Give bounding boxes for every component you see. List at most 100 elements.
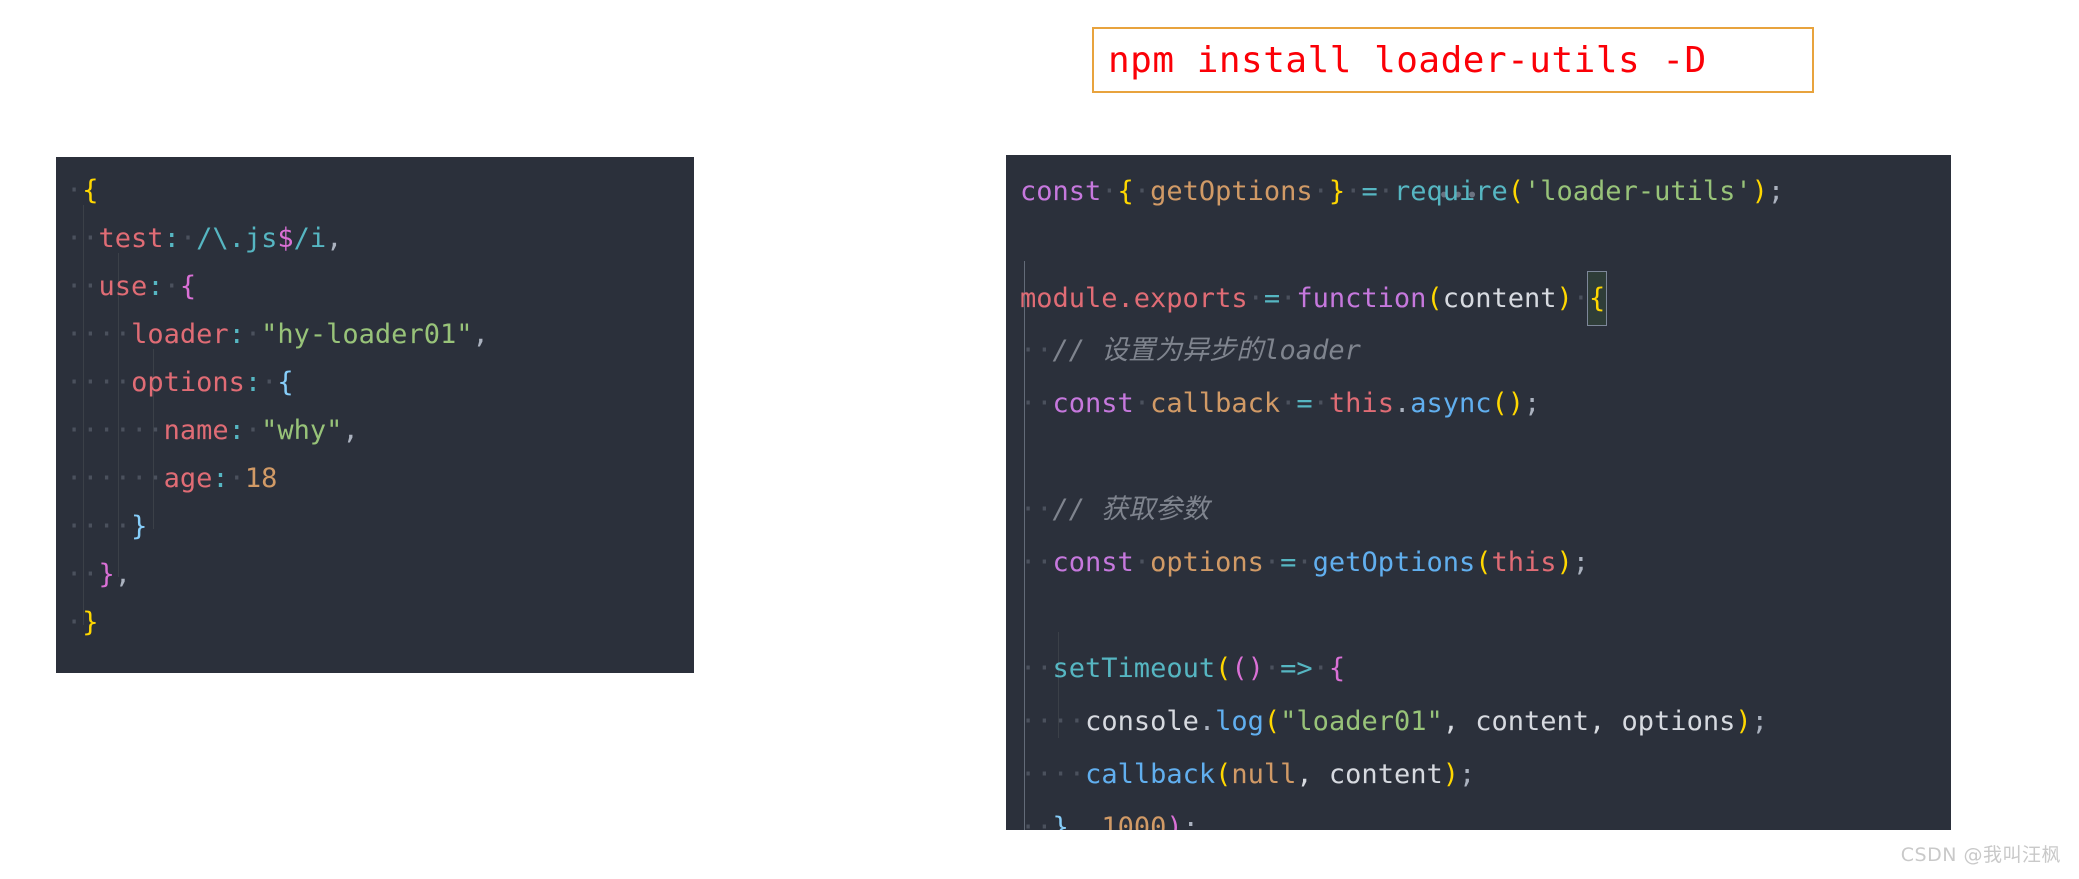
- this-token: this: [1491, 547, 1557, 578]
- colon-token: :: [147, 271, 164, 302]
- regex-anchor-token: $: [277, 223, 294, 254]
- comma-token: ,: [342, 415, 359, 446]
- code-line: ··},: [66, 559, 132, 590]
- semicolon-token: ;: [1751, 706, 1768, 737]
- code-line: ····callback(null, content);: [1020, 759, 1476, 790]
- comment-token: // 获取参数: [1052, 494, 1210, 525]
- code-line: ····}: [66, 511, 148, 542]
- operator-token: =: [1280, 547, 1297, 578]
- comma-token: ,: [472, 319, 489, 350]
- this-token: this: [1328, 388, 1394, 419]
- paren-token: (: [1475, 547, 1492, 578]
- paren-token: ): [1442, 759, 1459, 790]
- string-token: "why": [261, 415, 343, 446]
- method-token: async: [1410, 388, 1492, 419]
- code-line: ··const·callback·=·this.async();: [1020, 388, 1541, 419]
- semicolon-token: ;: [1458, 759, 1476, 790]
- semicolon-token: ;: [1524, 388, 1541, 419]
- paren-token: (): [1491, 388, 1525, 419]
- semicolon-token: ;: [1182, 812, 1199, 830]
- paren-token: (): [1231, 653, 1264, 684]
- npm-command-text: npm install loader-utils -D: [1108, 39, 1707, 81]
- npm-command-box: npm install loader-utils -D: [1092, 27, 1814, 93]
- keyword-token: function: [1296, 283, 1427, 314]
- property-token: use: [98, 271, 148, 302]
- comma-token: ,: [326, 223, 343, 254]
- paren-token: ): [1735, 706, 1752, 737]
- property-token: options: [131, 367, 245, 398]
- comma-token: ,: [114, 559, 132, 590]
- right-code-panel[interactable]: ••• const·{·getOptions·}·=·require('load…: [1006, 155, 1951, 830]
- require-token: require: [1393, 176, 1508, 207]
- code-line: ··use:·{: [66, 271, 197, 302]
- property-token: loader: [131, 319, 229, 350]
- brace-token: }: [1052, 812, 1069, 830]
- comma-token: ,: [1068, 812, 1102, 830]
- operator-token: =: [1361, 176, 1378, 207]
- function-call-token: getOptions: [1312, 547, 1476, 578]
- code-line: ····options:·{: [66, 367, 294, 398]
- identifier-token: getOptions: [1150, 176, 1313, 207]
- identifier-token: options: [1150, 547, 1264, 578]
- null-token: null: [1231, 759, 1297, 790]
- settimeout-token: setTimeout: [1052, 653, 1216, 684]
- code-line: const·{·getOptions·}·=·require('loader-u…: [1020, 176, 1785, 207]
- number-token: 1000: [1101, 812, 1167, 830]
- code-line: module.exports·=·function(content)·{: [1006, 271, 1951, 326]
- number-token: 18: [244, 463, 278, 494]
- keyword-token: const: [1052, 388, 1134, 419]
- arguments-token: , content, options: [1442, 706, 1736, 737]
- operator-token: =: [1263, 283, 1281, 314]
- colon-token: :: [228, 415, 245, 446]
- code-line: ······name:·"why",: [66, 415, 359, 446]
- code-line: ·}: [66, 607, 99, 638]
- paren-token: ): [1556, 547, 1573, 578]
- param-token: content: [1442, 283, 1557, 314]
- callback-token: callback: [1085, 759, 1216, 790]
- string-token: "hy-loader01": [261, 319, 473, 350]
- paren-token: (: [1215, 759, 1232, 790]
- watermark: CSDN @我叫汪枫: [1900, 844, 2061, 866]
- module-exports-token: module.exports: [1020, 283, 1248, 314]
- brace-token: {: [1589, 283, 1606, 314]
- brace-token: }: [1328, 176, 1346, 207]
- brace-token: {: [179, 271, 197, 302]
- keyword-token: const: [1052, 547, 1134, 578]
- code-line: ······age:·18: [66, 463, 278, 494]
- paren-token: ): [1556, 283, 1573, 314]
- brace-token: }: [98, 559, 115, 590]
- identifier-token: callback: [1150, 388, 1281, 419]
- brace-token: {: [277, 367, 294, 398]
- code-line: ····loader:·"hy-loader01",: [66, 319, 489, 350]
- log-method-token: log: [1215, 706, 1264, 737]
- left-code-panel[interactable]: ·{ ··test:·/\.js$/i, ··use:·{ ····loader…: [56, 157, 694, 673]
- paren-token: ): [1751, 176, 1768, 207]
- property-token: age: [163, 463, 213, 494]
- string-token: "loader01": [1280, 706, 1443, 737]
- colon-token: :: [244, 367, 262, 398]
- property-token: name: [163, 415, 229, 446]
- regex-token: /\.js: [196, 223, 278, 254]
- string-token: 'loader-utils': [1524, 176, 1752, 207]
- dot-token: .: [1198, 706, 1216, 737]
- brace-token: {: [82, 175, 99, 206]
- code-line: ··const·options·=·getOptions(this);: [1020, 547, 1590, 578]
- code-line: ··// 获取参数: [1020, 494, 1210, 525]
- colon-token: :: [228, 319, 245, 350]
- paren-token: (: [1426, 283, 1443, 314]
- argument-token: content: [1328, 759, 1443, 790]
- brace-token: }: [131, 511, 148, 542]
- code-line: ·{: [66, 175, 99, 206]
- comment-token: // 设置为异步的loader: [1052, 335, 1361, 366]
- code-line: ··}, 1000);: [1006, 801, 1951, 830]
- paren-token: (: [1263, 706, 1281, 737]
- console-token: console: [1085, 706, 1199, 737]
- operator-token: =: [1296, 388, 1313, 419]
- paren-token: ): [1166, 812, 1183, 830]
- comma-token: ,: [1296, 759, 1329, 790]
- brace-token: {: [1117, 176, 1134, 207]
- paren-token: (: [1215, 653, 1232, 684]
